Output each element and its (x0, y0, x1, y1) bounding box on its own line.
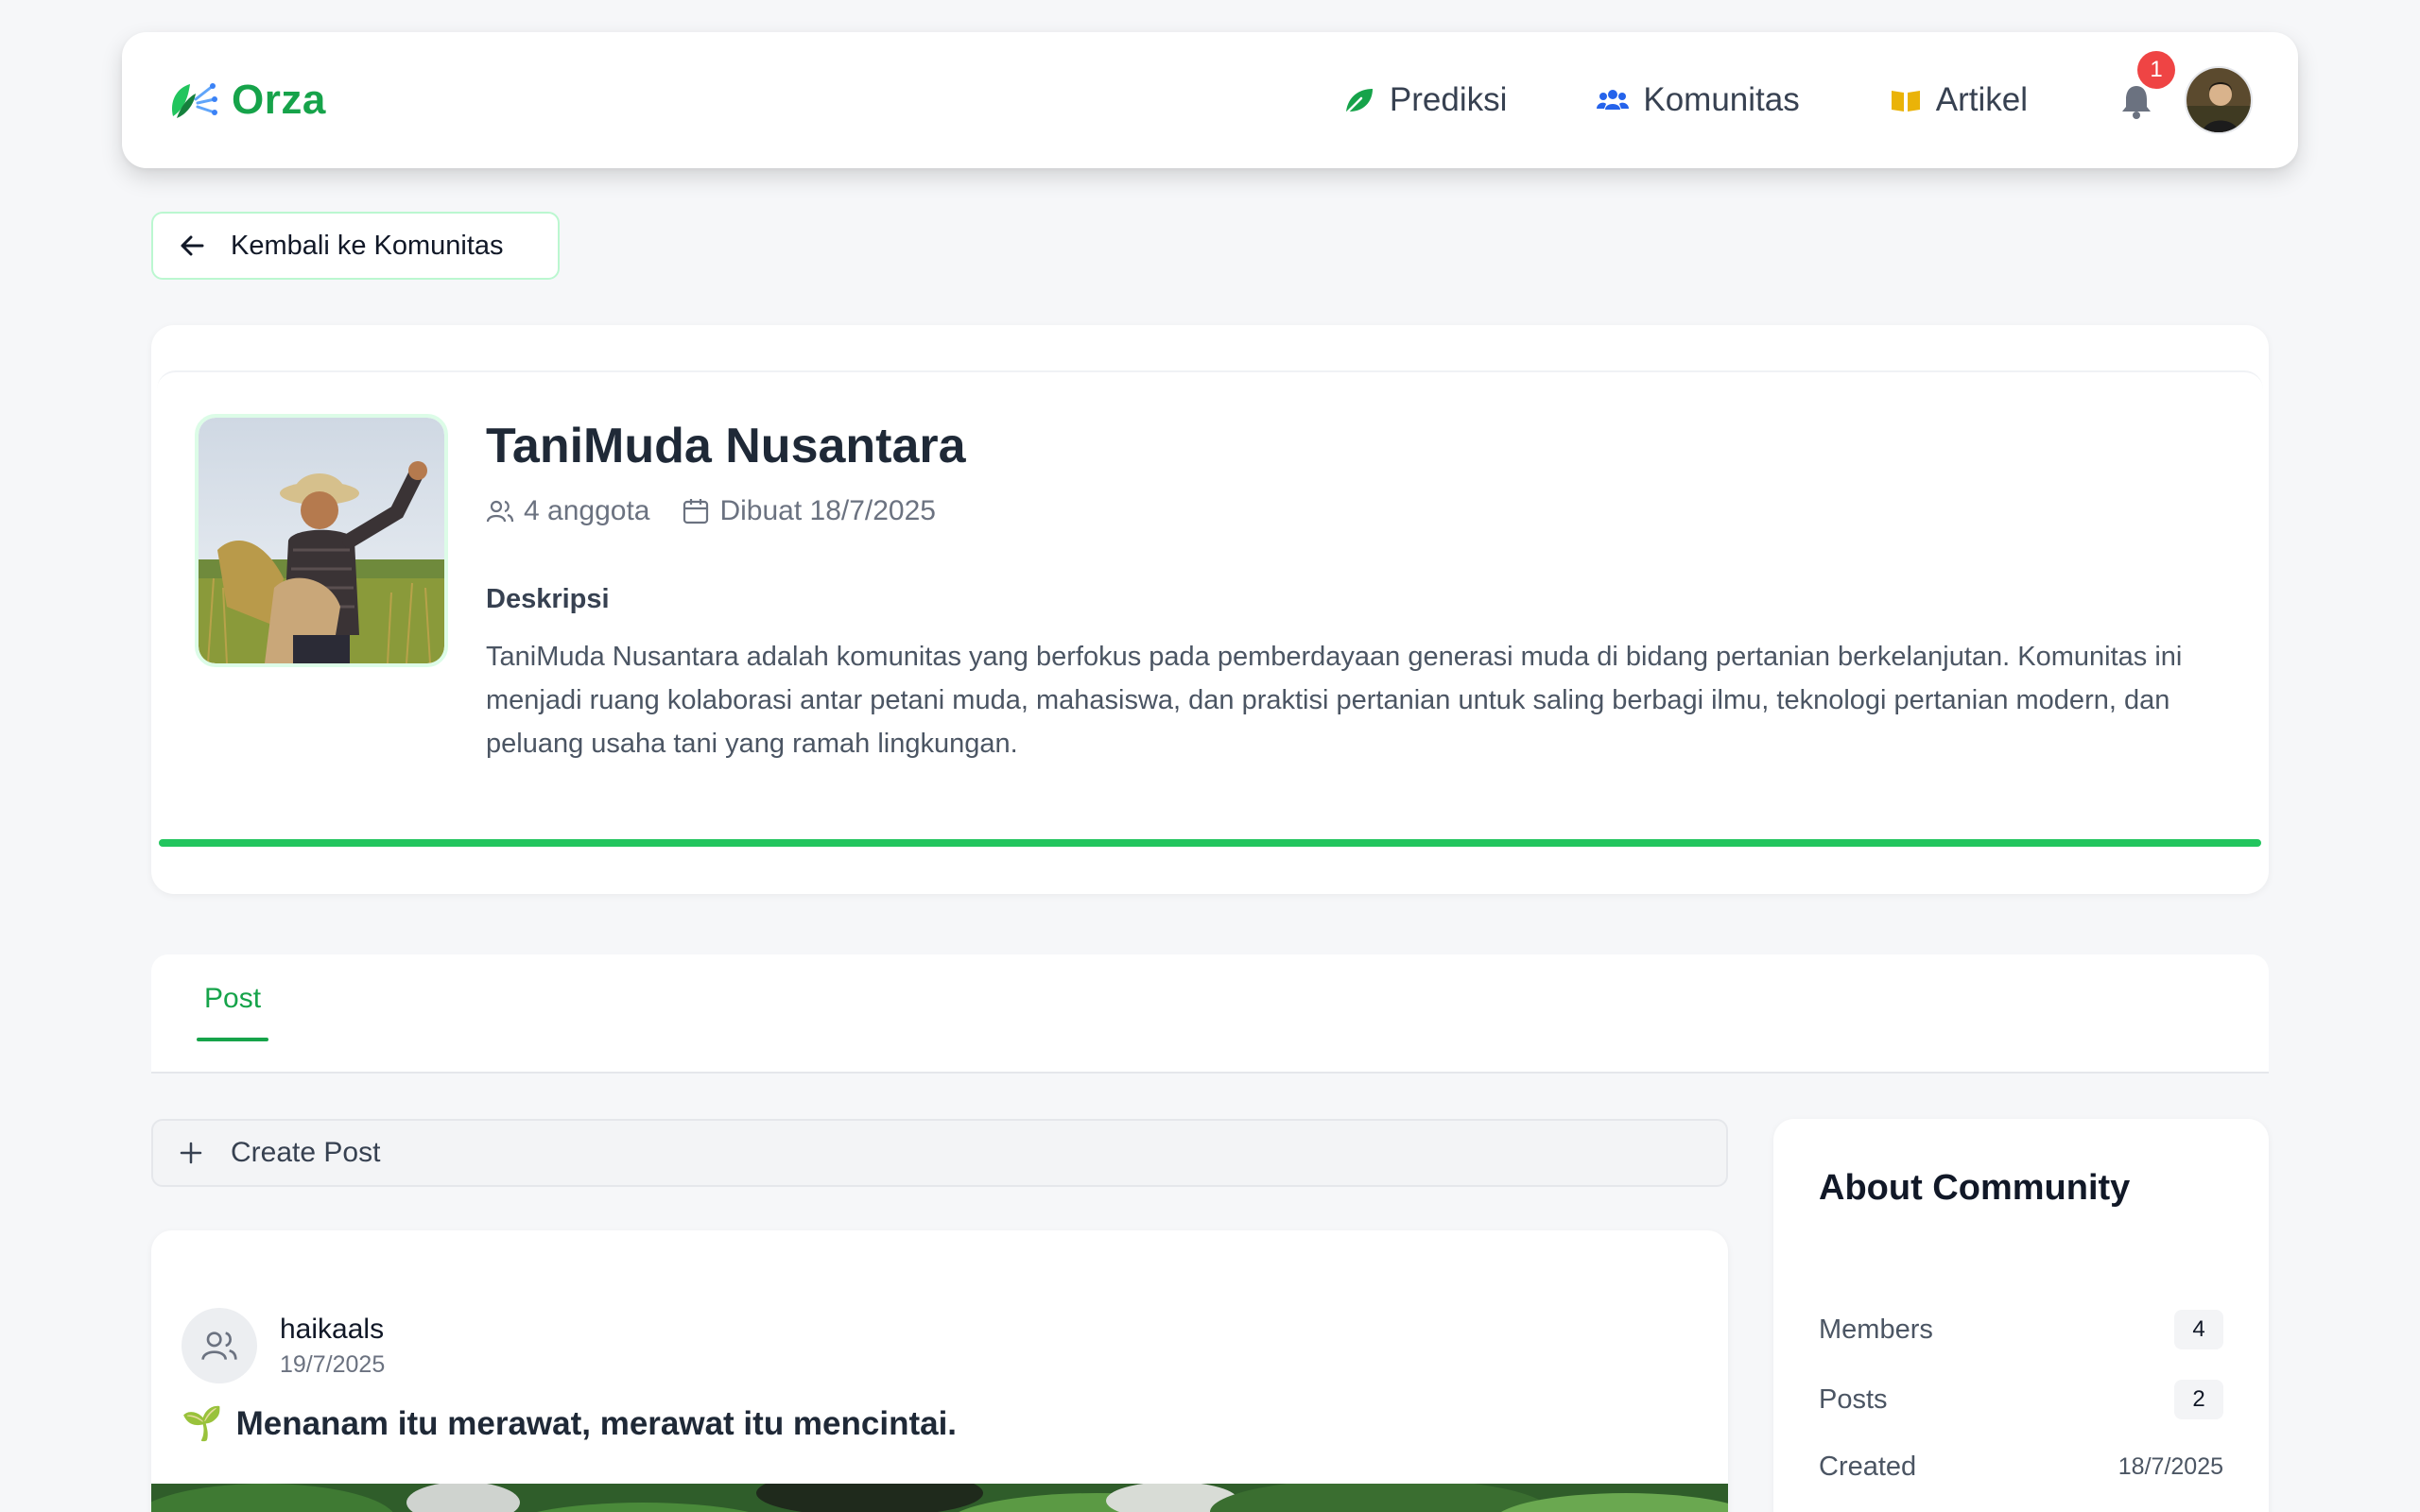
notification-badge: 1 (2137, 51, 2175, 89)
post-title[interactable]: 🌱 Menanam itu merawat, merawat itu menci… (182, 1404, 957, 1443)
nav-link-label: Artikel (1935, 81, 2028, 118)
nav-link-label: Prediksi (1389, 81, 1508, 118)
post-card: haikaals 19/7/2025 🌱 Menanam itu merawat… (151, 1230, 1728, 1512)
community-image (195, 414, 448, 667)
post-author-name[interactable]: haikaals (280, 1314, 384, 1346)
stat-label: Members (1819, 1314, 1933, 1345)
member-count-text: 4 anggota (524, 495, 650, 526)
post-title-text: Menanam itu merawat, merawat itu mencint… (235, 1404, 958, 1442)
stat-members: Members 4 (1819, 1310, 2223, 1349)
community-title: TaniMuda Nusantara (486, 419, 966, 473)
community-header-inner: TaniMuda Nusantara 4 anggota Dibuat 18/7… (157, 370, 2263, 843)
member-count: 4 anggota (486, 495, 649, 527)
leaf-icon (1344, 89, 1373, 115)
community-meta: 4 anggota Dibuat 18/7/2025 (486, 495, 968, 527)
post-author-avatar[interactable] (182, 1308, 257, 1383)
users-icon (486, 500, 514, 523)
post-image[interactable] (151, 1484, 1728, 1512)
community-header-card: TaniMuda Nusantara 4 anggota Dibuat 18/7… (151, 325, 2269, 894)
plus-icon (180, 1142, 202, 1164)
user-avatar[interactable] (2185, 66, 2253, 134)
farmer-photo (199, 418, 444, 663)
bell-icon (2122, 86, 2151, 119)
calendar-icon (683, 499, 709, 524)
brand-name: Orza (232, 77, 326, 123)
nav-links: Prediksi Komunitas Artikel 1 (1342, 51, 2253, 134)
stat-badge: 2 (2174, 1380, 2223, 1419)
about-community-card: About Community Members 4 Posts 2 Create… (1773, 1119, 2269, 1512)
create-post-label: Create Post (231, 1137, 381, 1168)
about-community-title: About Community (1819, 1168, 2131, 1208)
brand[interactable]: Orza (167, 77, 326, 124)
book-icon (1891, 91, 1920, 112)
nav-link-artikel[interactable]: Artikel (1889, 81, 2028, 119)
accent-bar (159, 839, 2261, 847)
stat-created: Created 18/7/2025 (1819, 1452, 2223, 1483)
post-date: 19/7/2025 (280, 1351, 386, 1378)
nav-link-prediksi[interactable]: Prediksi (1342, 81, 1507, 119)
stat-label: Posts (1819, 1383, 1888, 1415)
nav-link-label: Komunitas (1643, 81, 1800, 118)
active-tab-indicator (197, 1038, 268, 1041)
created-date: Dibuat 18/7/2025 (682, 495, 936, 527)
stat-badge: 4 (2174, 1310, 2223, 1349)
stat-posts: Posts 2 (1819, 1380, 2223, 1419)
notification-button[interactable]: 1 (2118, 51, 2175, 121)
arrow-left-icon (181, 235, 204, 256)
orza-logo-icon (171, 83, 217, 118)
description-text: TaniMuda Nusantara adalah komunitas yang… (486, 642, 2183, 759)
nav-link-komunitas[interactable]: Komunitas (1596, 81, 1800, 119)
user-avatar-image (2187, 68, 2251, 132)
back-button-label: Kembali ke Komunitas (231, 230, 504, 261)
users-icon (1597, 90, 1630, 110)
seedling-emoji: 🌱 (182, 1405, 223, 1442)
tab-post[interactable]: Post (197, 983, 268, 1015)
back-to-community-button[interactable]: Kembali ke Komunitas (151, 212, 560, 280)
community-tabs: Post (151, 954, 2269, 1074)
stat-label: Created (1819, 1452, 1917, 1482)
top-navbar: Orza Prediksi Komunitas Artikel 1 (122, 32, 2298, 168)
created-date-text: Dibuat 18/7/2025 (719, 495, 936, 526)
description-label: Deskripsi (486, 584, 610, 614)
users-icon (201, 1332, 237, 1361)
create-post-button[interactable]: Create Post (151, 1119, 1728, 1187)
stat-value: 18/7/2025 (2118, 1453, 2223, 1480)
